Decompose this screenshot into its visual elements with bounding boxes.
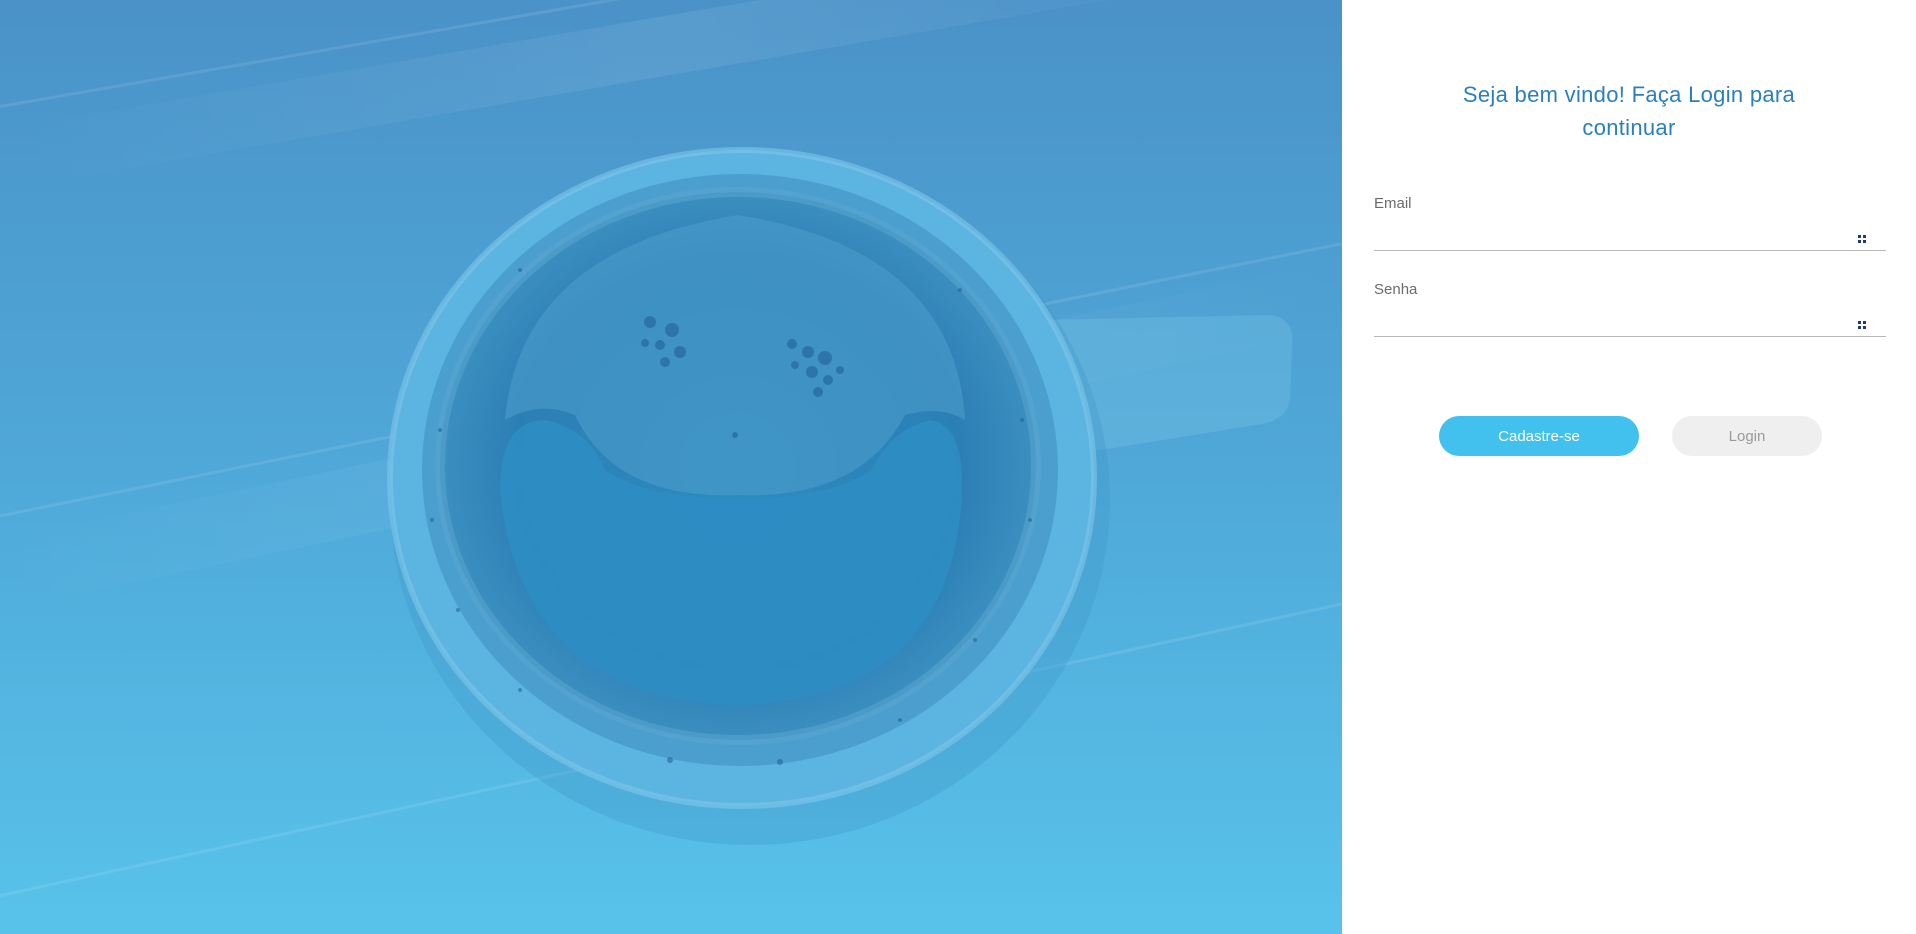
password-label: Senha [1374, 281, 1418, 298]
key-icon[interactable] [1858, 235, 1866, 243]
password-input[interactable] [1374, 307, 1886, 337]
key-icon[interactable] [1858, 321, 1866, 329]
welcome-title-line2: continuar [1582, 115, 1676, 140]
email-label: Email [1374, 195, 1412, 212]
login-panel: Seja bem vindo! Faça Login para continua… [1342, 0, 1916, 934]
hero-background-image [0, 0, 1342, 934]
coffee-cup-illustration [0, 0, 1342, 898]
email-input[interactable] [1374, 221, 1886, 251]
login-button[interactable]: Login [1672, 416, 1822, 456]
signup-button[interactable]: Cadastre-se [1439, 416, 1639, 456]
welcome-title-line1: Seja bem vindo! Faça Login para [1462, 82, 1796, 107]
welcome-title: Seja bem vindo! Faça Login para continua… [1342, 78, 1916, 144]
